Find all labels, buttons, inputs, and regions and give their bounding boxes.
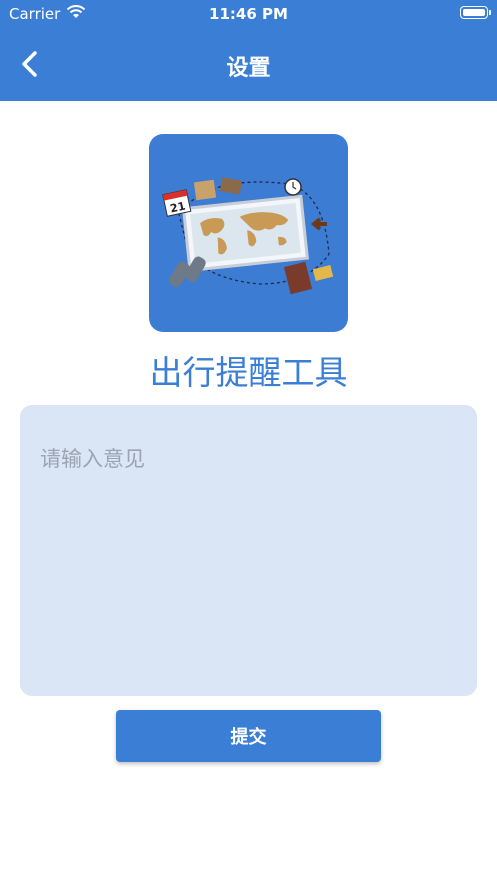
nav-bar: Carrier 11:46 PM 设置	[0, 0, 497, 101]
status-time: 11:46 PM	[209, 5, 288, 23]
submit-button[interactable]: 提交	[116, 710, 381, 762]
page-title: 设置	[226, 56, 271, 81]
app-name: 出行提醒工具	[149, 353, 348, 392]
feedback-input[interactable]	[20, 405, 477, 696]
app-logo: 21	[149, 134, 348, 332]
battery-icon	[460, 6, 491, 19]
status-bar: Carrier 11:46 PM	[0, 0, 497, 28]
